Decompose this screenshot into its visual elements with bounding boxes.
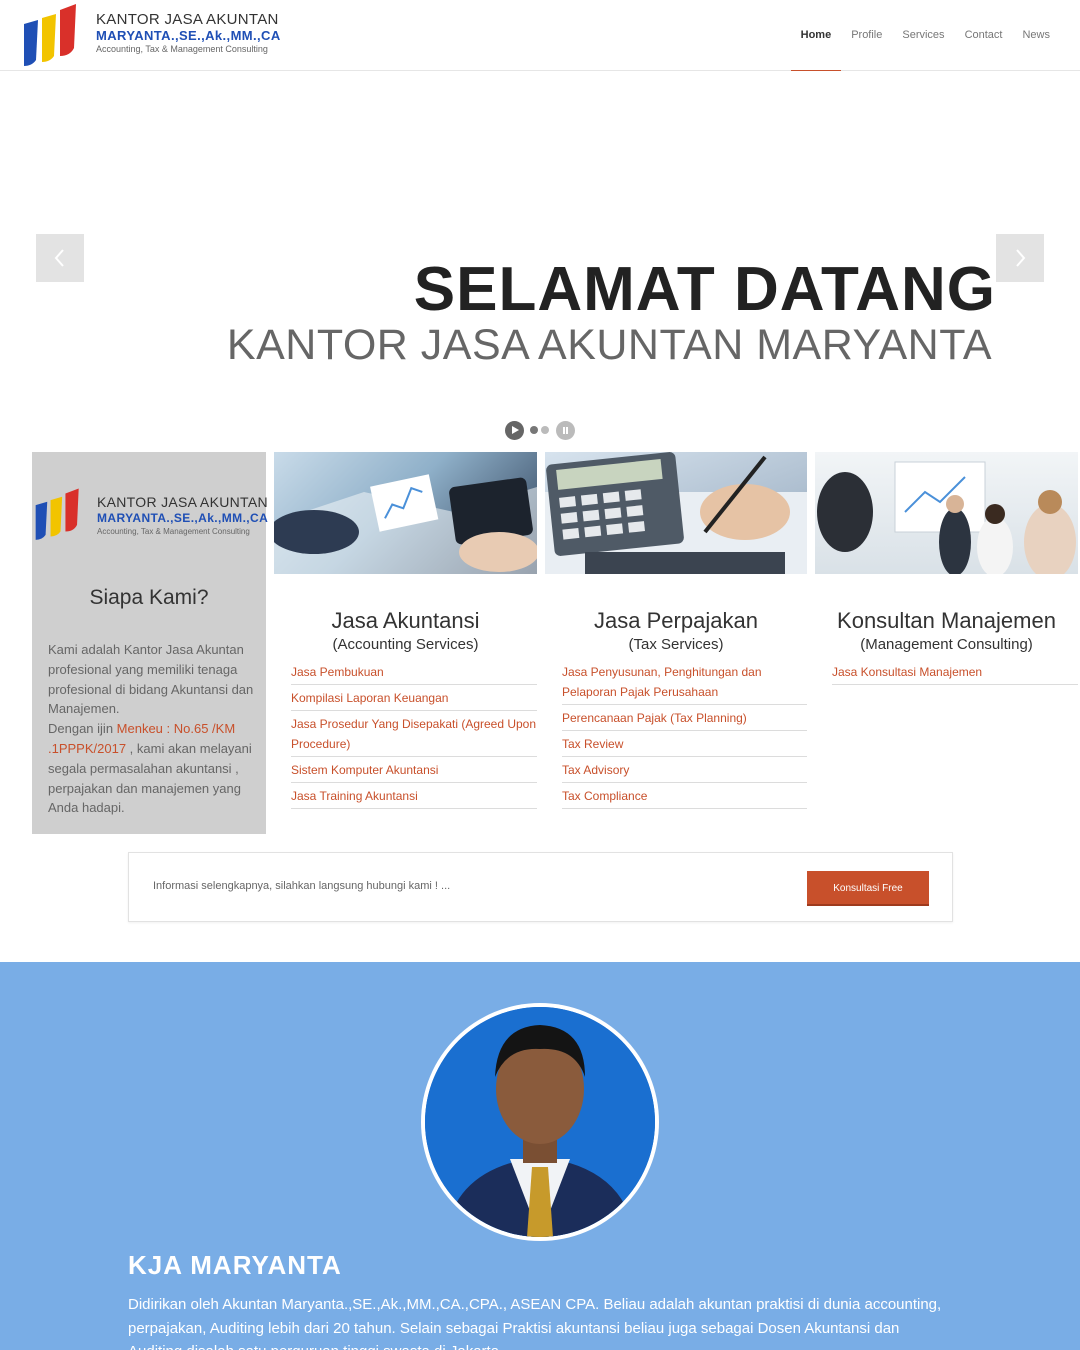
- service-management: Konsultan Manajemen (Management Consulti…: [815, 452, 1078, 685]
- logo-line-3: Accounting, Tax & Management Consulting: [96, 44, 268, 54]
- service-link[interactable]: Jasa Pembukuan: [291, 659, 537, 685]
- hero-slider: SELAMAT DATANG KANTOR JASA AKUNTAN MARYA…: [0, 71, 1080, 441]
- slide-subheading: KANTOR JASA AKUNTAN MARYANTA: [226, 321, 992, 369]
- service-link[interactable]: Jasa Training Akuntansi: [291, 783, 537, 809]
- service-management-subtitle: (Management Consulting): [860, 636, 1033, 653]
- logo-line-1: KANTOR JASA AKUNTAN: [96, 11, 279, 28]
- service-accounting-image: [274, 452, 537, 574]
- service-management-list: Jasa Konsultasi Manajemen: [815, 659, 1078, 685]
- nav-news[interactable]: News: [1012, 0, 1060, 71]
- service-management-image: [815, 452, 1078, 574]
- chevron-right-icon: [1016, 249, 1026, 267]
- service-accounting-title: Jasa Akuntansi: [331, 608, 480, 633]
- slide-dot-2[interactable]: [541, 426, 549, 434]
- site-header: KANTOR JASA AKUNTAN MARYANTA.,SE.,Ak.,MM…: [0, 0, 1080, 72]
- service-link[interactable]: Perencanaan Pajak (Tax Planning): [562, 705, 807, 731]
- service-tax-subtitle: (Tax Services): [628, 636, 724, 653]
- avatar: [421, 1003, 659, 1241]
- service-tax-list: Jasa Penyusunan, Penghitungan dan Pelapo…: [545, 659, 807, 809]
- avatar-photo: [425, 1007, 655, 1237]
- about-text: Kami adalah Kantor Jasa Akuntan profesio…: [48, 640, 256, 818]
- main-nav: Home Profile Services Contact News: [790, 0, 1060, 72]
- service-link[interactable]: Tax Advisory: [562, 757, 807, 783]
- service-link[interactable]: Jasa Penyusunan, Penghitungan dan Pelapo…: [562, 659, 807, 705]
- service-link[interactable]: Tax Compliance: [562, 783, 807, 809]
- about-logo: KANTOR JASA AKUNTAN MARYANTA.,SE.,Ak.,MM…: [34, 484, 268, 544]
- nav-home[interactable]: Home: [790, 0, 842, 72]
- contact-callout: Informasi selengkapnya, silahkan langsun…: [128, 852, 953, 922]
- about-logo-text: KANTOR JASA AKUNTAN MARYANTA.,SE.,Ak.,MM…: [97, 494, 268, 537]
- slider-prev-button[interactable]: [36, 234, 84, 282]
- profile-text: Didirikan oleh Akuntan Maryanta.,SE.,Ak.…: [128, 1296, 942, 1350]
- about-title: Siapa Kami?: [89, 586, 209, 609]
- slider-controls: [505, 420, 575, 440]
- about-license-prefix: Dengan ijin: [48, 721, 117, 737]
- free-consultation-button[interactable]: Konsultasi Free: [807, 871, 929, 906]
- nav-services[interactable]: Services: [892, 0, 954, 71]
- service-link[interactable]: Jasa Prosedur Yang Disepakati (Agreed Up…: [291, 711, 537, 757]
- about-panel: KANTOR JASA AKUNTAN MARYANTA.,SE.,Ak.,MM…: [32, 452, 268, 834]
- play-icon[interactable]: [505, 420, 524, 440]
- logo-line-2: MARYANTA.,SE.,Ak.,MM.,CA: [96, 28, 281, 43]
- logo-text: KANTOR JASA AKUNTAN MARYANTA.,SE.,Ak.,MM…: [96, 12, 281, 55]
- about-logo-line-1: KANTOR JASA AKUNTAN: [97, 494, 268, 510]
- logo-bars-icon: [24, 4, 76, 66]
- logo-bars-icon: [35, 488, 79, 540]
- service-link[interactable]: Kompilasi Laporan Keuangan: [291, 685, 537, 711]
- profile-title: KJA MARYANTA: [128, 1250, 342, 1280]
- service-link[interactable]: Tax Review: [562, 731, 807, 757]
- profile-section: KJA MARYANTA Didirikan oleh Akuntan Mary…: [0, 962, 1080, 1350]
- slide-dot-1[interactable]: [530, 426, 538, 434]
- service-tax: Jasa Perpajakan (Tax Services) Jasa Peny…: [545, 452, 807, 809]
- about-logo-line-2: MARYANTA.,SE.,Ak.,MM.,CA: [97, 511, 269, 525]
- slide-heading: SELAMAT DATANG: [413, 255, 996, 324]
- service-link[interactable]: Jasa Konsultasi Manajemen: [832, 659, 1078, 685]
- about-text-intro: Kami adalah Kantor Jasa Akuntan profesio…: [48, 642, 254, 717]
- service-accounting: Jasa Akuntansi (Accounting Services) Jas…: [274, 452, 537, 809]
- service-accounting-subtitle: (Accounting Services): [332, 636, 479, 653]
- about-logo-line-3: Accounting, Tax & Management Consulting: [97, 527, 250, 536]
- callout-text: Informasi selengkapnya, silahkan langsun…: [153, 880, 451, 892]
- service-tax-title: Jasa Perpajakan: [594, 608, 758, 633]
- service-tax-image: [545, 452, 807, 574]
- nav-contact[interactable]: Contact: [955, 0, 1013, 71]
- site-logo[interactable]: KANTOR JASA AKUNTAN MARYANTA.,SE.,Ak.,MM…: [22, 4, 292, 68]
- nav-profile[interactable]: Profile: [841, 0, 892, 71]
- service-link[interactable]: Sistem Komputer Akuntansi: [291, 757, 537, 783]
- slider-next-button[interactable]: [996, 234, 1044, 282]
- service-management-title: Konsultan Manajemen: [837, 608, 1056, 633]
- pause-icon[interactable]: [556, 420, 575, 440]
- chevron-left-icon: [54, 249, 64, 267]
- service-accounting-list: Jasa Pembukuan Kompilasi Laporan Keuanga…: [274, 659, 537, 809]
